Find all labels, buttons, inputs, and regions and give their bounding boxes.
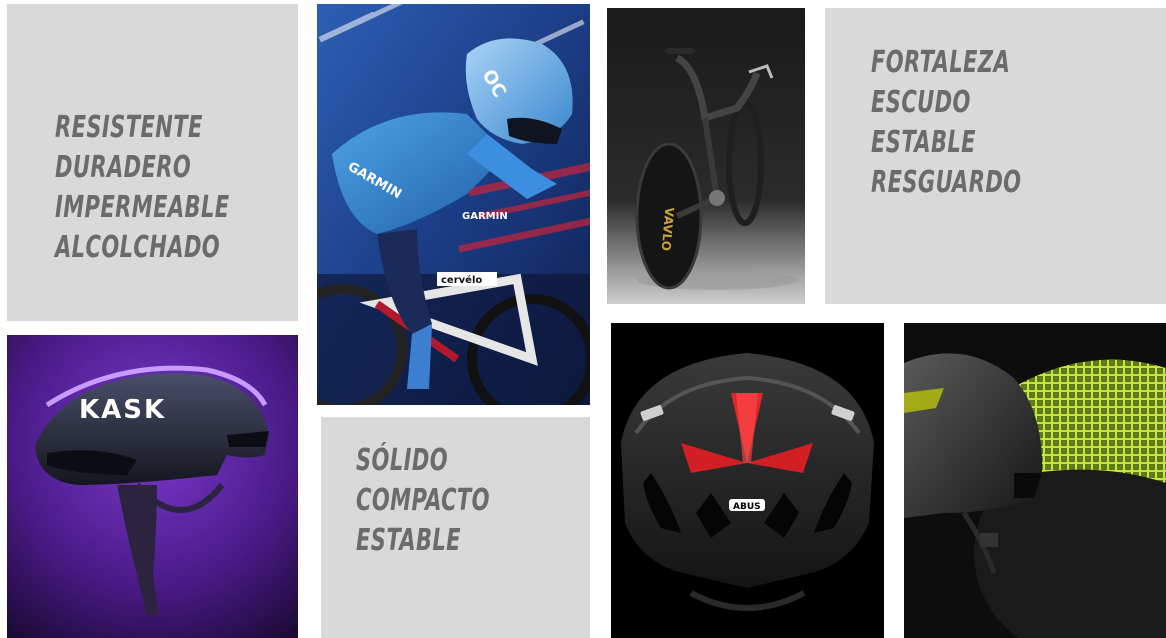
word-impermeable: IMPERMEABLE [55, 190, 230, 225]
word-resguardo: RESGUARDO [871, 165, 1022, 200]
word-compacto: COMPACTO [356, 483, 490, 518]
word-list-fortaleza: FORTALEZA ESCUDO ESTABLE RESGUARDO [871, 43, 1064, 203]
word-solido: SÓLIDO [356, 443, 449, 478]
cyclist-photo: cervélo GARMIN GARMIN OC [317, 4, 590, 405]
word-list-resistente: RESISTENTE DURADERO IMPERMEABLE ALCOLCHA… [55, 108, 279, 268]
word-estable: ESTABLE [871, 125, 976, 160]
text-panel-fortaleza: FORTALEZA ESCUDO ESTABLE RESGUARDO [825, 8, 1166, 304]
abus-helmet-photo: ABUS [611, 323, 884, 638]
word-list-solido: SÓLIDO COMPACTO ESTABLE [356, 441, 528, 561]
word-duradero: DURADERO [55, 150, 192, 185]
abus-logo: ABUS [733, 502, 761, 512]
word-estable: ESTABLE [356, 523, 461, 558]
cervelo-logo: cervélo [441, 274, 482, 286]
word-resistente: RESISTENTE [55, 110, 203, 145]
kask-logo: KASK [79, 395, 166, 425]
text-panel-resistente: RESISTENTE DURADERO IMPERMEABLE ALCOLCHA… [7, 4, 298, 321]
word-fortaleza: FORTALEZA [871, 45, 1011, 80]
word-alcolchado: ALCOLCHADO [55, 230, 221, 265]
word-escudo: ESCUDO [871, 85, 971, 120]
svg-text:GARMIN: GARMIN [462, 211, 508, 222]
track-bike-photo: VAVLO [607, 8, 805, 304]
kask-helmet-photo: KASK [7, 335, 298, 638]
helmet-liner-photo [904, 323, 1166, 638]
text-panel-solido: SÓLIDO COMPACTO ESTABLE [321, 417, 590, 638]
